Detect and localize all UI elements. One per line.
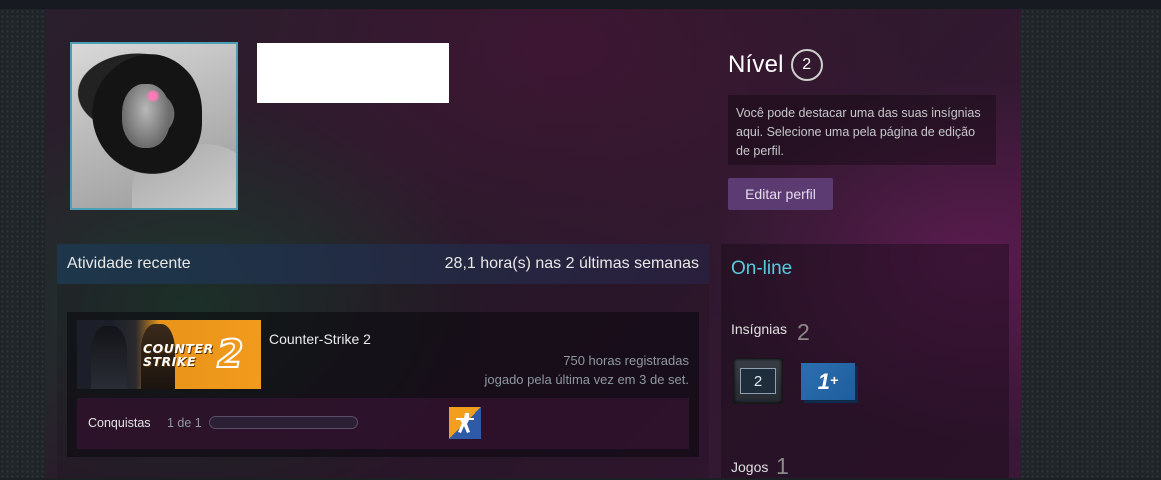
achievement-icon[interactable] (449, 407, 481, 439)
game-name[interactable]: Counter-Strike 2 (269, 331, 371, 347)
games-count[interactable]: 1 (776, 453, 789, 480)
achievements-label[interactable]: Conquistas (88, 416, 151, 430)
capsule-soldier-left (91, 326, 127, 389)
badges-count[interactable]: 2 (797, 319, 810, 346)
level-label: Nível (728, 51, 784, 78)
years-badge-number: 1 (817, 368, 831, 394)
recent-activity-header: Atividade recente 28,1 hora(s) nas 2 últ… (57, 244, 709, 284)
level-row: Nível 2 (728, 49, 823, 81)
achievements-count: 1 de 1 (167, 416, 202, 430)
online-status: On-line (731, 258, 793, 279)
game-hours: 750 horas registradas (563, 353, 689, 368)
level-badge-icon[interactable]: 2 (733, 358, 783, 404)
achievement-soldier-icon (456, 413, 474, 433)
profile-name-box (257, 43, 449, 103)
years-badge-plus: + (830, 371, 839, 388)
level-badge[interactable]: 2 (790, 49, 823, 81)
edit-profile-button[interactable]: Editar perfil (728, 178, 833, 210)
achievements-progress-bar (209, 416, 358, 429)
recent-activity-title[interactable]: Atividade recente (67, 255, 191, 273)
game-last-played: jogado pela última vez em 3 de set. (484, 372, 689, 387)
game-capsule-image[interactable]: COUNTER STRIKE 2 (77, 320, 261, 389)
avatar-glow (146, 90, 160, 102)
capsule-logo-number: 2 (216, 332, 244, 376)
recent-activity-summary: 28,1 hora(s) nas 2 últimas semanas (444, 255, 699, 272)
badges-title[interactable]: Insígnias (731, 321, 787, 337)
level-badge-number: 2 (740, 368, 776, 394)
games-title[interactable]: Jogos (731, 459, 768, 475)
years-of-service-badge-icon[interactable]: 1 + (801, 363, 855, 400)
top-strip (0, 0, 1161, 9)
avatar[interactable] (70, 42, 238, 210)
featured-badge-hint: Você pode destacar uma das suas insígnia… (728, 95, 996, 165)
